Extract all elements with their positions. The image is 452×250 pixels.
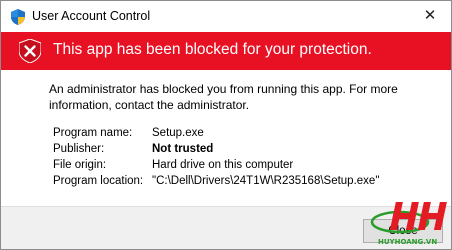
watermark-site: HUYHOANG.VN: [378, 238, 438, 246]
detail-label: File origin:: [53, 159, 107, 171]
detail-row-file-origin: File origin: Hard drive on this computer: [53, 157, 379, 173]
detail-value: "C:\Dell\Drivers\24T1W\R235168\Setup.exe…: [152, 175, 380, 187]
blocked-banner: This app has been blocked for your prote…: [1, 32, 451, 70]
detail-value: Setup.exe: [152, 127, 204, 139]
watermark-logo: HUYHOANG.VN: [370, 192, 452, 250]
close-icon[interactable]: ✕: [417, 5, 443, 27]
program-details: Program name: Setup.exe Publisher: Not tru…: [53, 125, 379, 189]
detail-row-program-name: Program name: Setup.exe: [53, 125, 379, 141]
detail-label: Program location:: [53, 175, 144, 187]
detail-value: Hard drive on this computer: [152, 159, 294, 171]
detail-label: Publisher:: [53, 143, 105, 155]
window-title: User Account Control: [32, 9, 151, 23]
title-bar: User Account Control ✕: [1, 1, 451, 32]
detail-row-publisher: Publisher: Not trusted: [53, 141, 379, 157]
watermark-mark-icon: [370, 202, 447, 234]
blocked-shield-x-icon: [19, 39, 41, 63]
detail-value: Not trusted: [152, 143, 214, 155]
detail-label: Program name:: [53, 127, 133, 139]
detail-row-program-location: Program location: "C:\Dell\Drivers\24T1W\…: [53, 173, 379, 189]
banner-heading: This app has been blocked for your prote…: [53, 41, 372, 58]
admin-message: An administrator has blocked you from ru…: [49, 82, 398, 112]
uac-shield-icon: [11, 9, 25, 25]
